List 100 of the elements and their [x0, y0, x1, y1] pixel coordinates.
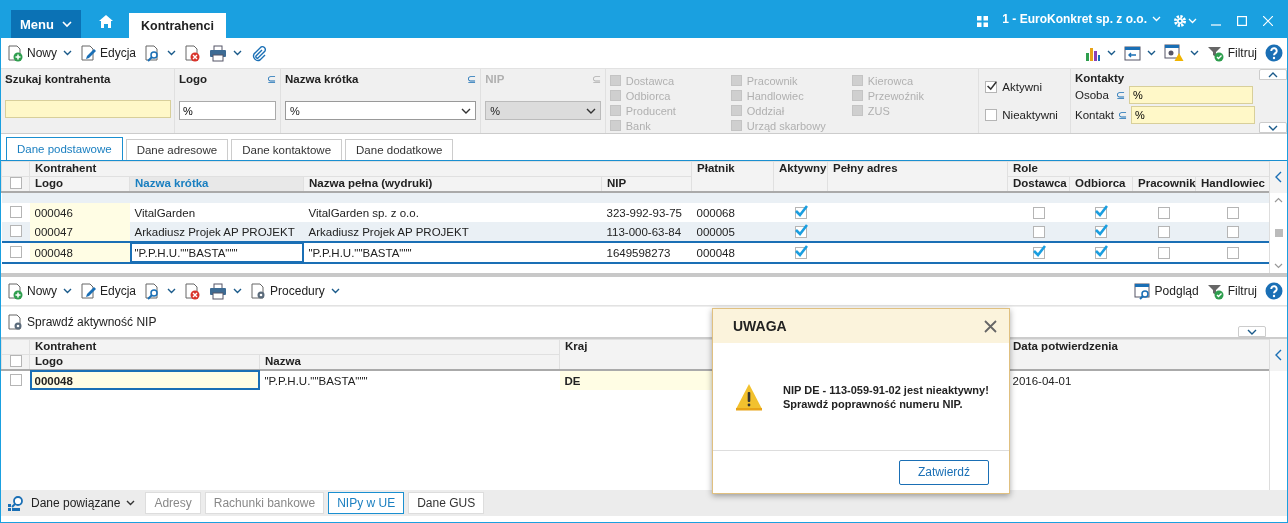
checkbox[interactable] [1032, 226, 1045, 238]
edit-document-icon [80, 282, 97, 300]
operator-toggle[interactable]: ⊆ [267, 73, 276, 86]
checkbox[interactable] [794, 207, 807, 219]
procedures-button[interactable]: Procedury [250, 279, 340, 303]
tab[interactable]: Dane kontaktowe [231, 139, 343, 160]
checkbox-label: Kierowca [867, 74, 914, 87]
edit-button[interactable]: Edycja [80, 41, 137, 65]
paperclip-icon [250, 44, 268, 62]
checkbox[interactable] [985, 109, 998, 121]
caret-icon [1106, 50, 1116, 56]
checkbox[interactable] [1032, 207, 1045, 219]
field-label: Kontakt [1075, 109, 1114, 121]
checkbox[interactable] [1032, 247, 1045, 259]
chevron-left-icon [1275, 171, 1282, 183]
chevron-down-icon [1247, 328, 1257, 335]
caret-icon [233, 288, 243, 294]
column-group-header: Role [1007, 161, 1270, 177]
side-panel-button[interactable] [1270, 161, 1287, 193]
new-button[interactable]: Nowy [7, 41, 72, 65]
search-field[interactable] [5, 100, 171, 118]
confirm-button[interactable]: Zatwierdź [899, 459, 989, 485]
expand-button[interactable] [1238, 326, 1266, 337]
checkbox-label: Urząd skarbowy [746, 119, 826, 132]
dialog-title: UWAGA [733, 318, 787, 334]
checkbox[interactable] [985, 81, 998, 93]
checkbox[interactable] [1095, 207, 1108, 219]
dialog-message: Sprawdź poprawność numeru NIP. [783, 397, 964, 410]
filter-field[interactable]: % [179, 101, 276, 120]
checkbox-label: Producent [625, 104, 676, 117]
tab[interactable]: Dane adresowe [125, 139, 229, 160]
column-header[interactable]: Data potwierdzenia [1007, 339, 1270, 370]
checkbox[interactable] [1158, 226, 1171, 238]
chevron-up-icon[interactable] [1274, 197, 1283, 203]
field-label: NIP [485, 73, 505, 86]
checkbox[interactable] [9, 177, 22, 189]
home-icon[interactable] [99, 14, 113, 28]
settings-icon[interactable] [1173, 14, 1197, 28]
checkbox[interactable] [794, 226, 807, 238]
collapse-button[interactable] [1259, 69, 1287, 80]
edit-button[interactable]: Edycja [80, 279, 137, 303]
checkbox[interactable] [1158, 247, 1171, 259]
scrollbar-thumb[interactable] [1274, 229, 1283, 237]
table-cell: 113-000-63-84 [601, 222, 692, 242]
checkbox-label: Dostawca [625, 74, 675, 87]
checkbox[interactable] [9, 373, 22, 386]
checkbox[interactable] [1095, 226, 1108, 238]
tab[interactable]: NIPy w UE [328, 492, 405, 514]
operator-toggle[interactable]: ⊆ [1118, 108, 1127, 122]
checkbox-label: Aktywni [1002, 81, 1042, 93]
apps-grid-icon[interactable] [977, 15, 989, 27]
delete-document-icon [184, 282, 202, 300]
checkbox[interactable] [794, 247, 807, 259]
module-tab[interactable]: Kontrahenci [129, 13, 226, 38]
filter-icon [1206, 44, 1225, 62]
filter-button[interactable]: Filtruj [1206, 279, 1257, 303]
table-cell: 323-992-93-75 [601, 203, 692, 222]
checkbox-label: ZUS [867, 104, 890, 117]
checkbox[interactable] [1226, 207, 1239, 219]
contact-field[interactable]: % [1131, 106, 1255, 124]
contact-field[interactable]: % [1129, 86, 1253, 104]
table-cell: 000046 [29, 203, 130, 222]
expand-button[interactable] [1259, 122, 1287, 133]
column-header[interactable]: Pełny adres [827, 161, 1008, 192]
check-nip-button[interactable]: Sprawdź aktywność NIP [7, 310, 157, 334]
maximize-icon[interactable] [1237, 16, 1247, 26]
search-list-icon [7, 494, 25, 512]
column-header[interactable]: Płatnik [691, 161, 774, 192]
checkbox[interactable] [1158, 207, 1171, 219]
operator-toggle[interactable]: ⊆ [1116, 88, 1125, 102]
close-icon[interactable] [984, 319, 997, 333]
checkbox-label: Nieaktywni [1002, 109, 1058, 121]
new-button[interactable]: Nowy [7, 279, 72, 303]
table-cell: 1649598273 [601, 242, 692, 263]
chevron-down-icon[interactable] [1274, 263, 1283, 269]
checkbox-label: Handlowiec [746, 89, 804, 102]
checkbox[interactable] [1226, 247, 1239, 259]
field-label: Logo [179, 73, 208, 86]
operator-toggle[interactable]: ⊆ [467, 73, 477, 86]
linked-data-button[interactable]: Dane powiązane [7, 494, 136, 512]
checkbox[interactable] [9, 224, 22, 237]
filter-button[interactable]: Filtruj [1206, 41, 1257, 65]
tab[interactable]: Dane podstawowe [6, 137, 123, 160]
checkbox[interactable] [9, 355, 22, 367]
column-header[interactable]: Aktywny [773, 161, 828, 192]
caret-icon [167, 50, 177, 56]
checkbox[interactable] [1226, 226, 1239, 238]
checkbox[interactable] [9, 205, 22, 218]
checkbox[interactable] [9, 245, 22, 258]
table-cell: "P.P.H.U.""BASTA""" [129, 242, 304, 263]
tab[interactable]: Dane dodatkowe [345, 139, 454, 160]
caret-icon [167, 288, 177, 294]
tab[interactable]: Dane GUS [408, 492, 485, 514]
delete-document-icon [184, 44, 202, 62]
filter-dropdown[interactable]: % [285, 101, 477, 120]
checkbox[interactable] [1095, 247, 1108, 259]
menu-button[interactable]: Menu [11, 10, 81, 38]
table-cell: Arkadiusz Projek AP PROJEKT [129, 222, 304, 242]
preview-button[interactable]: Podgląd [1133, 279, 1199, 303]
checkbox-label: Bank [625, 119, 651, 132]
